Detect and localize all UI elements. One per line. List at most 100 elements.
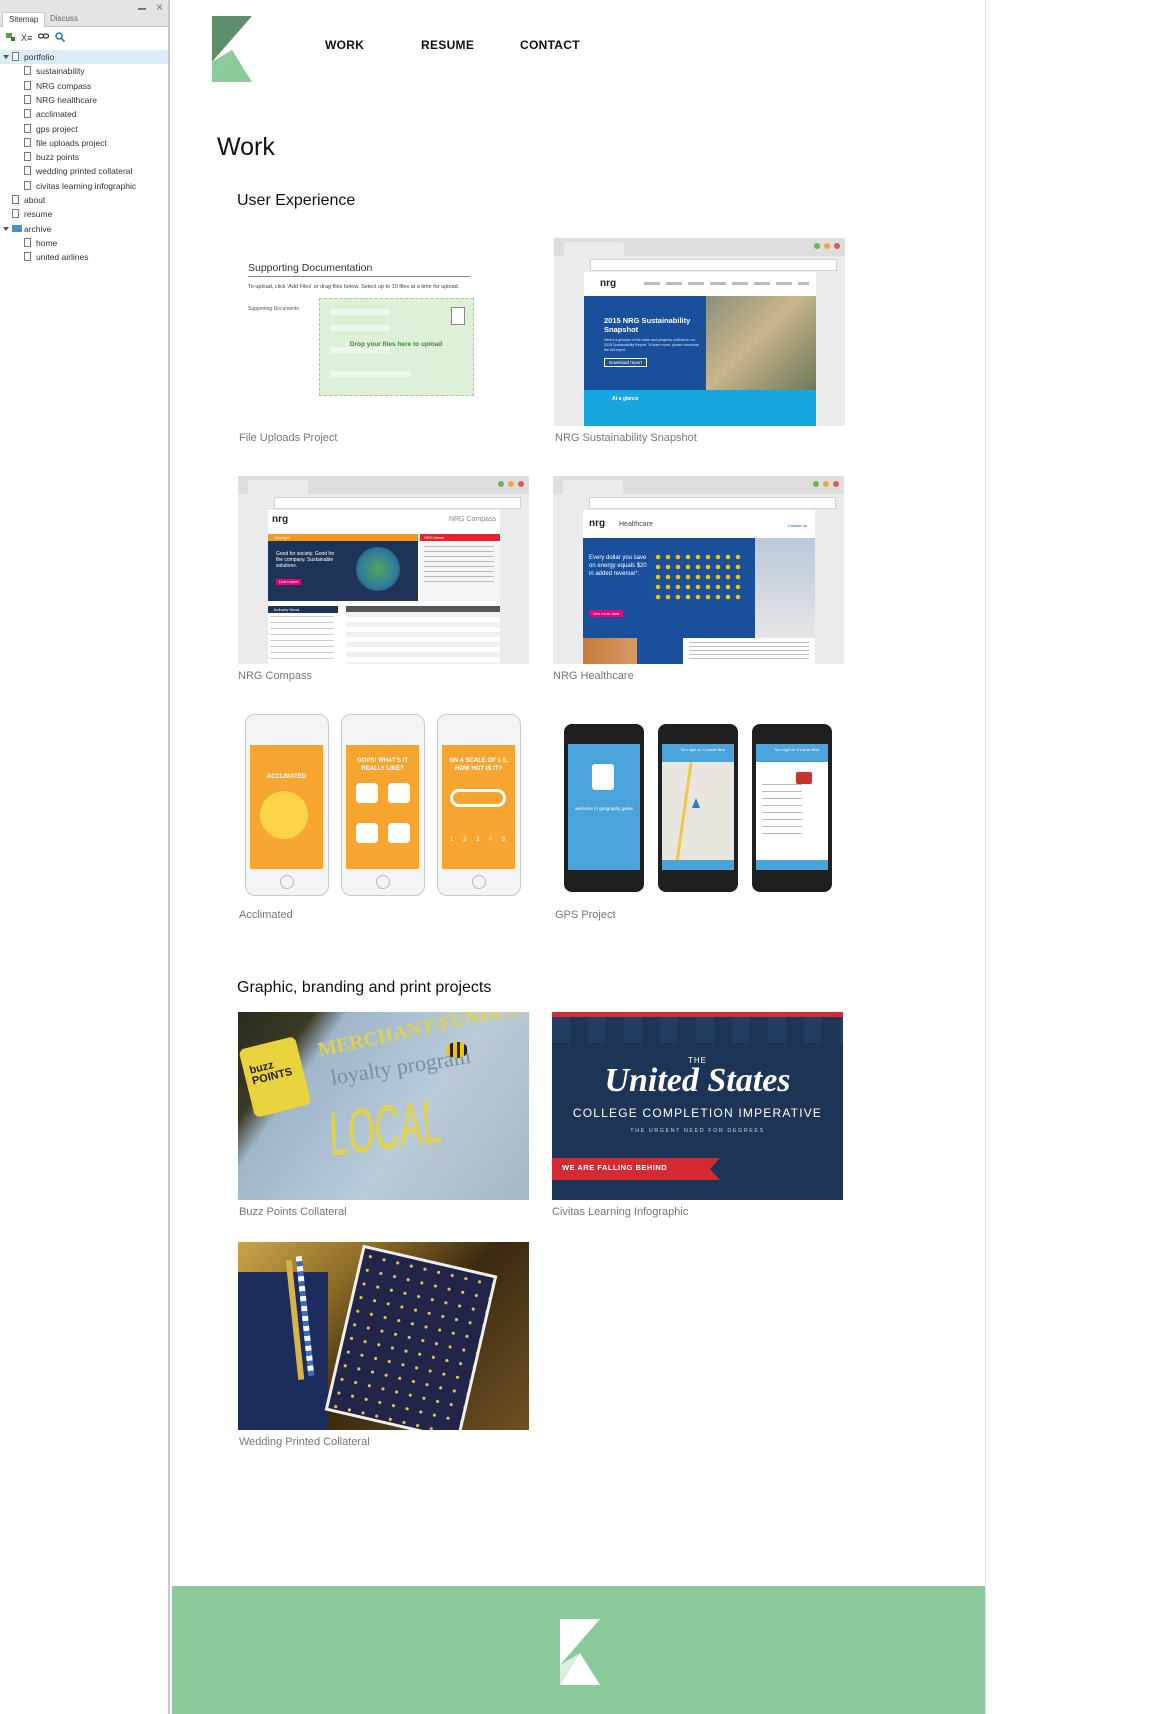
search-icon[interactable] <box>55 32 66 46</box>
project-thumb-nrg-sustainability[interactable]: nrg 2015 NRG Sustainability Snapshot Her… <box>554 238 845 426</box>
link-icon[interactable] <box>37 32 50 44</box>
gps-phone: Turn right on S Lamar Blvd <box>658 724 738 892</box>
gps-footer-bar <box>756 860 828 870</box>
footer-logo-k-icon[interactable] <box>560 1619 600 1685</box>
page-icon <box>24 109 31 119</box>
sitemap-item-united-airlines[interactable]: united airlines <box>0 250 168 264</box>
sitemap-item-resume[interactable]: resume <box>0 207 168 221</box>
add-page-icon[interactable] <box>6 32 16 46</box>
globe-graphic <box>356 547 400 591</box>
sitemap-item-acclimated[interactable]: acclimated <box>0 107 168 121</box>
browser-frame: nrg 2015 NRG Sustainability Snapshot Her… <box>554 238 845 426</box>
nav-contact[interactable]: CONTACT <box>520 38 580 52</box>
sitemap-item-archive[interactable]: archive <box>0 222 168 236</box>
scale-number[interactable]: 5 <box>502 837 505 843</box>
civitas-stars-band <box>552 1017 843 1043</box>
buzz-logo-text: buzz POINTS <box>248 1059 294 1088</box>
project-thumb-nrg-compass[interactable]: nrg NRG Compass Spotlight Good for socie… <box>238 476 529 664</box>
add-folder-icon[interactable]: X≡ <box>21 32 32 44</box>
scale-number[interactable]: 2 <box>463 837 466 843</box>
acclimated-phone: OOPS! WHAT'S IT REALLY LIKE? <box>341 714 425 896</box>
project-thumb-acclimated[interactable]: ACCLIMATED OOPS! WHAT'S IT REALLY LIKE? ON… <box>238 714 529 902</box>
project-thumb-buzz-points[interactable]: buzz POINTS MERCHANT-FUNDED loyalty prog… <box>238 1012 529 1200</box>
sitemap-item-gps-project[interactable]: gps project <box>0 122 168 136</box>
page-footer <box>172 1586 985 1714</box>
sitemap-item-sustainability[interactable]: sustainability <box>0 64 168 78</box>
acclimated-screen-text: OOPS! WHAT'S IT REALLY LIKE? <box>357 758 408 772</box>
see-more-data-button[interactable]: See more data <box>589 610 624 617</box>
project-thumb-wedding[interactable] <box>238 1242 529 1430</box>
page-icon <box>24 123 31 133</box>
file-uploads-heading: Supporting Documentation <box>248 262 373 274</box>
scale-number[interactable]: 1 <box>450 837 453 843</box>
caption-nrg-compass[interactable]: NRG Compass <box>238 670 312 682</box>
sitemap-item-about[interactable]: about <box>0 193 168 207</box>
sitemap-item-nrg-healthcare[interactable]: NRG healthcare <box>0 93 168 107</box>
gps-phone: welcome to geography game <box>564 724 644 892</box>
file-row <box>330 325 390 331</box>
scale-number[interactable]: 3 <box>476 837 479 843</box>
section-title-ux: User Experience <box>237 192 356 209</box>
caption-gps[interactable]: GPS Project <box>555 909 616 921</box>
compass-site: nrg NRG Compass Spotlight Good for socie… <box>268 510 500 664</box>
download-report-button[interactable]: Download report <box>604 358 648 367</box>
contact-us-link[interactable]: Contact us <box>788 523 807 528</box>
nrg-news-panel: NRG News <box>420 534 500 601</box>
drop-zone[interactable]: Drop your files here to upload <box>319 298 474 396</box>
logo-k-icon[interactable] <box>212 16 252 82</box>
sitemap-item-home[interactable]: home <box>0 236 168 250</box>
news-lines <box>424 546 494 586</box>
direction-bar: Turn right on S Lamar Blvd <box>662 744 734 762</box>
page-icon <box>12 195 19 204</box>
civitas-banner: WE ARE FALLING BEHIND <box>552 1158 720 1180</box>
dollar-grid <box>653 552 743 600</box>
caption-nrg-sustainability[interactable]: NRG Sustainability Snapshot <box>555 432 697 444</box>
scale-number[interactable]: 4 <box>489 837 492 843</box>
project-thumb-gps[interactable]: welcome to geography game Turn right on S… <box>554 714 845 902</box>
sitemap-item-wedding-printed-collateral[interactable]: wedding printed collateral <box>0 164 168 178</box>
nrg-site: nrg 2015 NRG Sustainability Snapshot Her… <box>584 272 816 426</box>
sitemap-item-label: NRG healthcare <box>36 94 97 105</box>
file-row <box>330 371 410 377</box>
nav-work[interactable]: WORK <box>325 38 364 52</box>
browser-frame: nrg NRG Compass Spotlight Good for socie… <box>238 476 529 664</box>
sitemap-item-nrg-compass[interactable]: NRG compass <box>0 79 168 93</box>
browser-dot <box>813 481 819 487</box>
tab-sitemap[interactable]: Sitemap <box>2 12 46 27</box>
home-button-icon <box>376 875 390 889</box>
learn-more-button[interactable]: Learn more <box>276 579 302 585</box>
sitemap-tabs: Sitemap Discuss × <box>0 0 168 27</box>
page-icon <box>24 180 31 190</box>
caption-nrg-healthcare[interactable]: NRG Healthcare <box>553 670 634 682</box>
project-thumb-civitas[interactable]: THE United States COLLEGE COMPLETION IMP… <box>552 1012 843 1200</box>
direction-text: Turn right on S Lamar Blvd <box>774 748 820 752</box>
location-arrow-icon <box>692 798 700 808</box>
caption-file-uploads[interactable]: File Uploads Project <box>239 432 337 444</box>
sitemap-item-civitas-learning-infographic[interactable]: civitas learning infographic <box>0 179 168 193</box>
home-button-icon <box>472 875 486 889</box>
project-thumb-file-uploads[interactable]: Supporting Documentation To upload, clic… <box>238 238 529 426</box>
page-icon <box>24 237 31 247</box>
close-icon[interactable]: × <box>156 1 163 13</box>
expand-arrow-icon[interactable] <box>3 226 9 231</box>
caption-buzz-points[interactable]: Buzz Points Collateral <box>239 1206 347 1218</box>
page-icon <box>12 209 19 219</box>
sitemap-item-buzz-points[interactable]: buzz points <box>0 150 168 164</box>
page-icon <box>24 80 31 90</box>
tab-discuss[interactable]: Discuss <box>44 12 84 26</box>
right-gutter <box>985 0 1149 1714</box>
caption-wedding[interactable]: Wedding Printed Collateral <box>239 1436 370 1448</box>
direction-bar: Turn right on S Lamar Blvd <box>756 744 828 762</box>
project-thumb-nrg-healthcare[interactable]: nrg Healthcare Contact us Every dollar y… <box>553 476 844 664</box>
nav-resume[interactable]: RESUME <box>421 38 474 52</box>
minimize-icon[interactable] <box>138 8 146 10</box>
expand-arrow-icon[interactable] <box>3 55 9 59</box>
folder-icon <box>12 224 22 232</box>
browser-dot <box>833 481 839 487</box>
caption-acclimated[interactable]: Acclimated <box>239 909 293 921</box>
caption-civitas[interactable]: Civitas Learning Infographic <box>552 1206 688 1218</box>
sitemap-item-portfolio[interactable]: portfolio <box>0 50 168 64</box>
civitas-title: United States <box>604 1062 791 1099</box>
spotlight-label: Spotlight <box>274 535 290 540</box>
sitemap-item-file-uploads-project[interactable]: file uploads project <box>0 136 168 150</box>
